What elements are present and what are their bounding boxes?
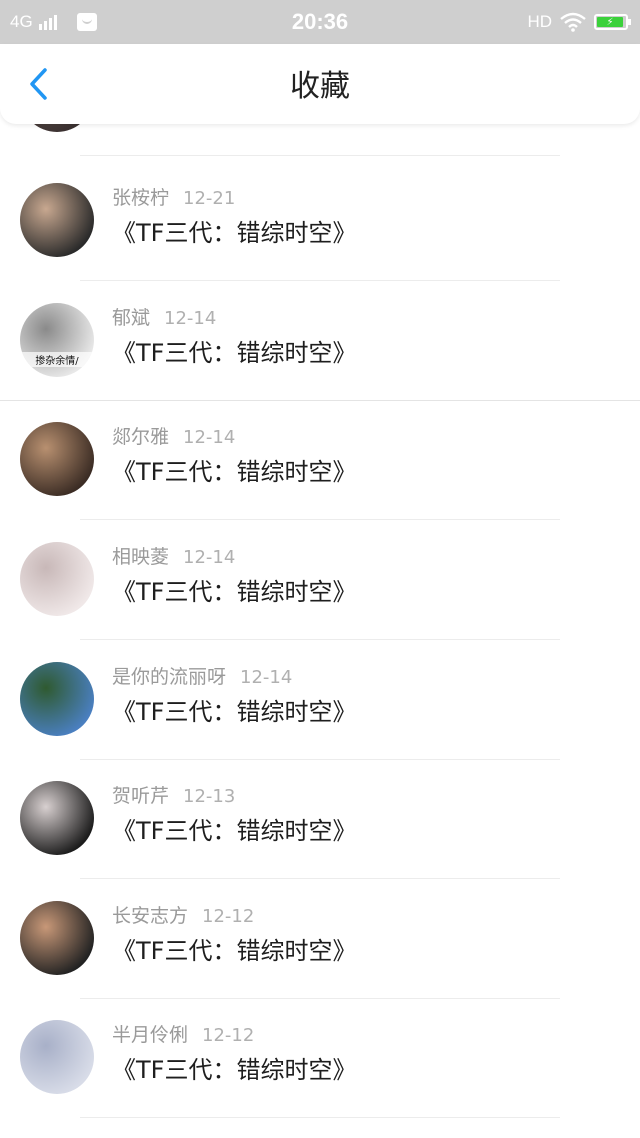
avatar[interactable] bbox=[20, 422, 94, 496]
author-name[interactable]: 贺听芹 bbox=[112, 785, 169, 807]
list-item[interactable]: 郯尔雅 12-14 《TF三代：错综时空》 bbox=[0, 400, 640, 520]
wifi-icon bbox=[560, 12, 586, 32]
post-meta: 郁斌 12-14 bbox=[112, 303, 216, 330]
list-item[interactable]: 相映菱 12-14 《TF三代：错综时空》 bbox=[0, 520, 640, 640]
post-meta: 贺听芹 12-13 bbox=[112, 781, 235, 808]
avatar[interactable] bbox=[20, 183, 94, 257]
list-item[interactable]: 是你的流丽呀 12-14 《TF三代：错综时空》 bbox=[0, 640, 640, 760]
avatar[interactable] bbox=[20, 124, 94, 132]
page-title: 收藏 bbox=[290, 69, 350, 104]
author-name[interactable]: 张桉柠 bbox=[112, 187, 169, 209]
list-item[interactable]: 张桉柠 12-21 《TF三代：错综时空》 bbox=[0, 161, 640, 281]
author-name[interactable]: 郯尔雅 bbox=[112, 426, 169, 448]
author-name[interactable]: 郁斌 bbox=[112, 307, 150, 329]
list-item[interactable]: 《TF三代：错综时空》 bbox=[0, 124, 640, 156]
post-date: 12-14 bbox=[183, 427, 236, 448]
author-name[interactable]: 是你的流丽呀 bbox=[112, 666, 226, 688]
list-item[interactable]: 半月伶俐 12-12 《TF三代：错综时空》 bbox=[0, 998, 640, 1118]
list-item[interactable]: 贺听芹 12-13 《TF三代：错综时空》 bbox=[0, 759, 640, 879]
divider bbox=[80, 155, 560, 156]
avatar[interactable] bbox=[20, 1020, 94, 1094]
post-title[interactable]: 《TF三代：错综时空》 bbox=[112, 811, 356, 846]
avatar[interactable] bbox=[20, 781, 94, 855]
post-date: 12-13 bbox=[183, 786, 236, 807]
avatar[interactable]: 掺杂余情/ bbox=[20, 303, 94, 377]
post-meta: 张桉柠 12-21 bbox=[112, 183, 235, 210]
post-title[interactable]: 《TF三代：错综时空》 bbox=[112, 213, 356, 248]
post-date: 12-12 bbox=[202, 1025, 255, 1046]
post-meta: 长安志方 12-12 bbox=[112, 901, 254, 928]
author-name[interactable]: 长安志方 bbox=[112, 905, 188, 927]
author-name[interactable]: 半月伶俐 bbox=[112, 1024, 188, 1046]
favorites-list: 《TF三代：错综时空》张桉柠12-21《TF三代：错综时空》掺杂余情/郁斌12-… bbox=[0, 124, 640, 1138]
post-meta: 半月伶俐 12-12 bbox=[112, 1020, 254, 1047]
battery-icon: ⚡ bbox=[594, 14, 631, 30]
post-date: 12-12 bbox=[202, 906, 255, 927]
post-title[interactable]: 《TF三代：错综时空》 bbox=[112, 1050, 356, 1085]
status-bar: 4G 20:36 HD ⚡ bbox=[0, 0, 640, 44]
avatar-caption: 掺杂余情/ bbox=[20, 352, 94, 367]
avatar[interactable] bbox=[20, 542, 94, 616]
charging-icon: ⚡ bbox=[597, 17, 623, 28]
post-title[interactable]: 《TF三代：错综时空》 bbox=[112, 931, 356, 966]
post-date: 12-21 bbox=[183, 188, 236, 209]
list-item[interactable]: 掺杂余情/郁斌 12-14 《TF三代：错综时空》 bbox=[0, 281, 640, 401]
post-date: 12-14 bbox=[240, 667, 293, 688]
post-title[interactable]: 《TF三代：错综时空》 bbox=[112, 452, 356, 487]
post-date: 12-14 bbox=[164, 308, 217, 329]
avatar[interactable] bbox=[20, 901, 94, 975]
nav-bar: 收藏 bbox=[0, 44, 640, 124]
post-title[interactable]: 《TF三代：错综时空》 bbox=[112, 692, 356, 727]
status-right: HD ⚡ bbox=[527, 0, 631, 44]
post-meta: 是你的流丽呀 12-14 bbox=[112, 662, 292, 689]
post-title[interactable]: 《TF三代：错综时空》 bbox=[112, 572, 356, 607]
hd-indicator: HD bbox=[527, 12, 552, 31]
post-meta: 相映菱 12-14 bbox=[112, 542, 235, 569]
post-title[interactable]: 《TF三代：错综时空》 bbox=[112, 333, 356, 368]
list-item[interactable]: 长安志方 12-12 《TF三代：错综时空》 bbox=[0, 879, 640, 999]
author-name[interactable]: 相映菱 bbox=[112, 546, 169, 568]
avatar[interactable] bbox=[20, 662, 94, 736]
divider bbox=[80, 1117, 560, 1118]
post-meta: 郯尔雅 12-14 bbox=[112, 422, 235, 449]
post-date: 12-14 bbox=[183, 547, 236, 568]
